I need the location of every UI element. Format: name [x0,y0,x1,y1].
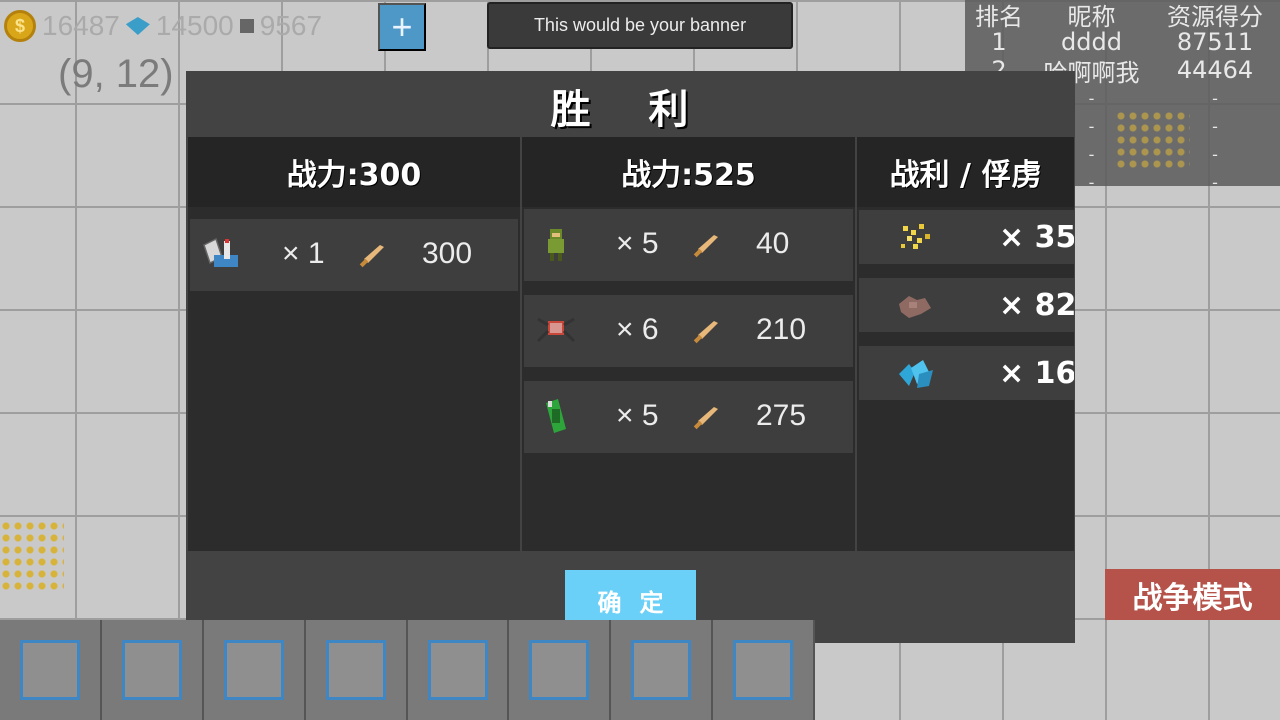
building-icon [733,640,794,700]
build-slot[interactable] [509,620,612,720]
tower-icon [203,237,238,267]
score-cell: - [1212,88,1218,108]
rank-cell: 1 [991,28,1007,56]
build-slot[interactable] [407,620,510,720]
spoil-row: × 35 [859,210,1074,264]
add-button[interactable]: + [378,3,426,51]
enemy-power-header: 战力:525 [522,137,855,207]
building-icon [325,640,386,700]
unit-power: 275 [756,399,807,432]
unit-row: × 5 275 [524,381,853,453]
tank-icon [546,399,566,433]
build-slot[interactable] [713,620,815,720]
stone-amount: 9567 [259,10,323,41]
unit-row: × 5 40 [524,209,853,281]
score-cell: - [1212,172,1218,192]
soldier-icon [548,229,564,261]
spoil-count: × 82 [999,288,1074,323]
unit-row: × 1 300 [190,219,518,291]
sword-icon [359,245,384,268]
sword-icon [693,407,718,430]
score-cell: 87511 [1176,28,1254,56]
score-cell: 44464 [1176,56,1254,84]
unit-power: 40 [756,227,790,260]
header-rank: 排名 [975,2,1023,31]
build-slot[interactable] [0,620,102,720]
build-bar [0,620,815,720]
map-coordinates: (9, 12) [58,52,174,96]
victory-dialog: 胜 利 战力:300 × 1 300 战力:525 × 5 40 × 6 210… [186,71,1075,643]
coin-icon: $ [4,10,36,42]
build-slot[interactable] [203,620,306,720]
sword-icon [693,235,718,258]
header-nickname: 昵称 [1067,2,1116,31]
spoils-panel: 战利 / 俘虏 × 35 × 82 × 165 [857,137,1074,551]
gold-pile-icon [901,224,930,249]
crystal-icon [899,360,933,388]
crystal-icon [125,17,150,35]
building-icon [223,640,284,700]
build-slot[interactable] [305,620,408,720]
header-score: 资源得分 [1167,2,1263,31]
building-icon [631,640,692,700]
crystal-amount: 14500 [155,10,234,41]
spoils-header: 战利 / 俘虏 [857,137,1074,207]
gold-pile-decoration [1115,110,1190,170]
spider-icon [536,317,576,343]
ore-icon [899,296,931,318]
gold-pile-decoration [0,520,64,590]
unit-row: × 6 210 [524,295,853,367]
sword-icon [693,321,718,344]
spoil-row: × 165 [859,346,1074,400]
enemy-forces-panel: 战力:525 × 5 40 × 6 210 × 5 275 [522,137,855,551]
own-power-header: 战力:300 [188,137,520,207]
building-icon [427,640,488,700]
war-mode-button[interactable]: 战争模式 [1105,569,1280,620]
build-slot[interactable] [101,620,204,720]
stone-icon [239,19,254,33]
dialog-title: 胜 利 [550,87,711,133]
ad-banner[interactable]: This would be your banner [487,2,793,49]
unit-count: × 1 [282,237,325,270]
spoil-row: × 82 [859,278,1074,332]
spoil-count: × 35 [999,220,1074,255]
own-forces-panel: 战力:300 × 1 300 [188,137,520,551]
unit-count: × 6 [616,313,659,346]
unit-power: 210 [756,313,807,346]
gold-amount: 16487 [42,10,120,41]
building-icon [20,640,80,700]
unit-power: 300 [422,237,473,270]
building-icon [529,640,590,700]
build-slot[interactable] [611,620,714,720]
unit-count: × 5 [616,227,659,260]
unit-count: × 5 [616,399,659,432]
spoil-count: × 165 [999,356,1074,391]
building-icon [121,640,182,700]
resource-bar: $ 16487 14500 9567 [0,0,322,52]
